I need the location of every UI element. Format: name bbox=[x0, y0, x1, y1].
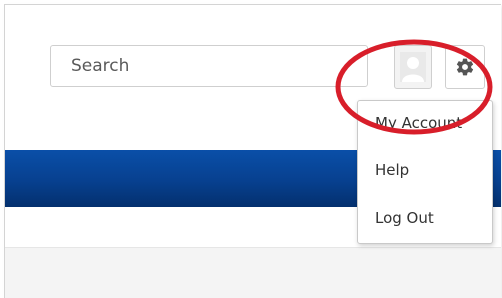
user-avatar-button[interactable] bbox=[394, 45, 432, 89]
gear-icon bbox=[456, 58, 474, 76]
content-strip bbox=[5, 247, 501, 298]
settings-button[interactable] bbox=[445, 45, 485, 89]
settings-dropdown-menu: My Account Help Log Out bbox=[357, 100, 493, 244]
menu-item-my-account[interactable]: My Account bbox=[358, 108, 492, 138]
user-avatar-icon bbox=[400, 52, 426, 82]
menu-item-log-out[interactable]: Log Out bbox=[358, 203, 492, 233]
page-frame: My Account Help Log Out bbox=[4, 4, 501, 298]
search-input[interactable] bbox=[50, 45, 368, 87]
menu-item-help[interactable]: Help bbox=[358, 155, 492, 185]
